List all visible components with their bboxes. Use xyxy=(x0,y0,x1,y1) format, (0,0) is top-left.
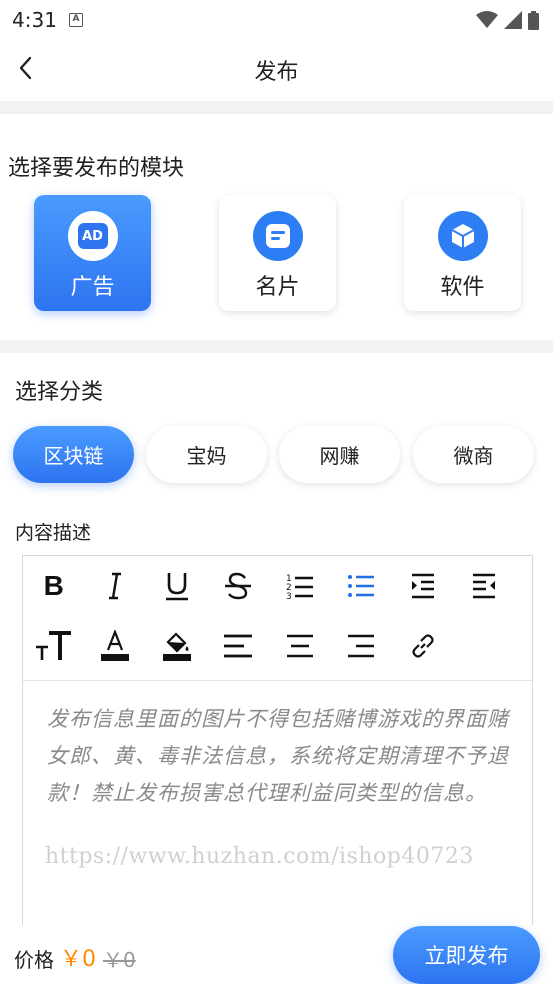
price-label: 价格 xyxy=(14,948,54,972)
fill-color-icon[interactable] xyxy=(146,616,208,676)
battery-icon xyxy=(528,10,539,30)
bottom-bar: 价格 ￥0 ￥0 立即发布 xyxy=(0,925,553,984)
status-time: 4:31 xyxy=(12,8,57,32)
module-section-title: 选择要发布的模块 xyxy=(8,156,185,181)
description-label: 内容描述 xyxy=(15,522,92,544)
underline-icon[interactable] xyxy=(146,556,208,616)
page-title: 发布 xyxy=(254,60,299,85)
module-label: 软件 xyxy=(440,275,485,300)
price-value: ￥0 xyxy=(60,947,96,972)
align-right-icon[interactable] xyxy=(331,616,393,676)
status-indicators xyxy=(476,10,539,30)
section-divider xyxy=(0,340,553,353)
toolbar-divider xyxy=(23,680,532,681)
cube-icon xyxy=(437,211,488,261)
module-card-ad[interactable]: AD 广告 xyxy=(34,195,151,311)
ordered-list-icon[interactable]: 123 xyxy=(269,556,331,616)
watermark-text: https://www.huzhan.com/ishop40723 xyxy=(45,844,474,869)
category-section-title: 选择分类 xyxy=(15,380,104,405)
category-mom[interactable]: 宝妈 xyxy=(146,426,267,483)
signal-icon xyxy=(504,11,522,29)
editor-placeholder[interactable]: 发布信息里面的图片不得包括赌博游戏的界面赌女郎、黄、毒非法信息，系统将定期清理不… xyxy=(47,701,517,812)
outdent-icon[interactable] xyxy=(454,556,516,616)
font-size-icon[interactable] xyxy=(23,616,85,676)
category-online-earning[interactable]: 网赚 xyxy=(279,426,400,483)
module-label: 名片 xyxy=(255,275,300,300)
link-icon[interactable] xyxy=(392,616,454,676)
strikethrough-icon[interactable] xyxy=(208,556,270,616)
card-icon xyxy=(252,211,303,261)
align-center-icon[interactable] xyxy=(269,616,331,676)
section-divider xyxy=(0,101,553,114)
wifi-icon xyxy=(476,11,498,28)
publish-button[interactable]: 立即发布 xyxy=(393,926,540,984)
category-blockchain[interactable]: 区块链 xyxy=(13,426,134,483)
editor-toolbar-row-1: B 123 xyxy=(23,556,532,616)
original-price: ￥0 xyxy=(103,948,136,972)
italic-icon[interactable] xyxy=(85,556,147,616)
indent-icon[interactable] xyxy=(392,556,454,616)
module-card-software[interactable]: 软件 xyxy=(404,195,521,311)
bold-icon[interactable]: B xyxy=(23,556,85,616)
nav-bar: 发布 xyxy=(0,40,553,100)
ad-icon: AD xyxy=(67,211,118,261)
editor-toolbar-row-2 xyxy=(23,616,532,676)
notification-icon: A xyxy=(68,13,83,27)
font-color-icon[interactable] xyxy=(85,616,147,676)
bullet-list-icon[interactable] xyxy=(331,556,393,616)
module-label: 广告 xyxy=(70,275,115,300)
module-card-namecard[interactable]: 名片 xyxy=(219,195,336,311)
svg-text:3: 3 xyxy=(286,592,292,600)
status-bar: 4:31 A xyxy=(0,0,553,40)
rich-text-editor[interactable]: B 123 发布信息里面的图片不得包括赌博游戏的界面赌女郎、黄、毒非法信息，系统… xyxy=(22,555,533,935)
align-left-icon[interactable] xyxy=(208,616,270,676)
category-wechat-business[interactable]: 微商 xyxy=(413,426,534,483)
